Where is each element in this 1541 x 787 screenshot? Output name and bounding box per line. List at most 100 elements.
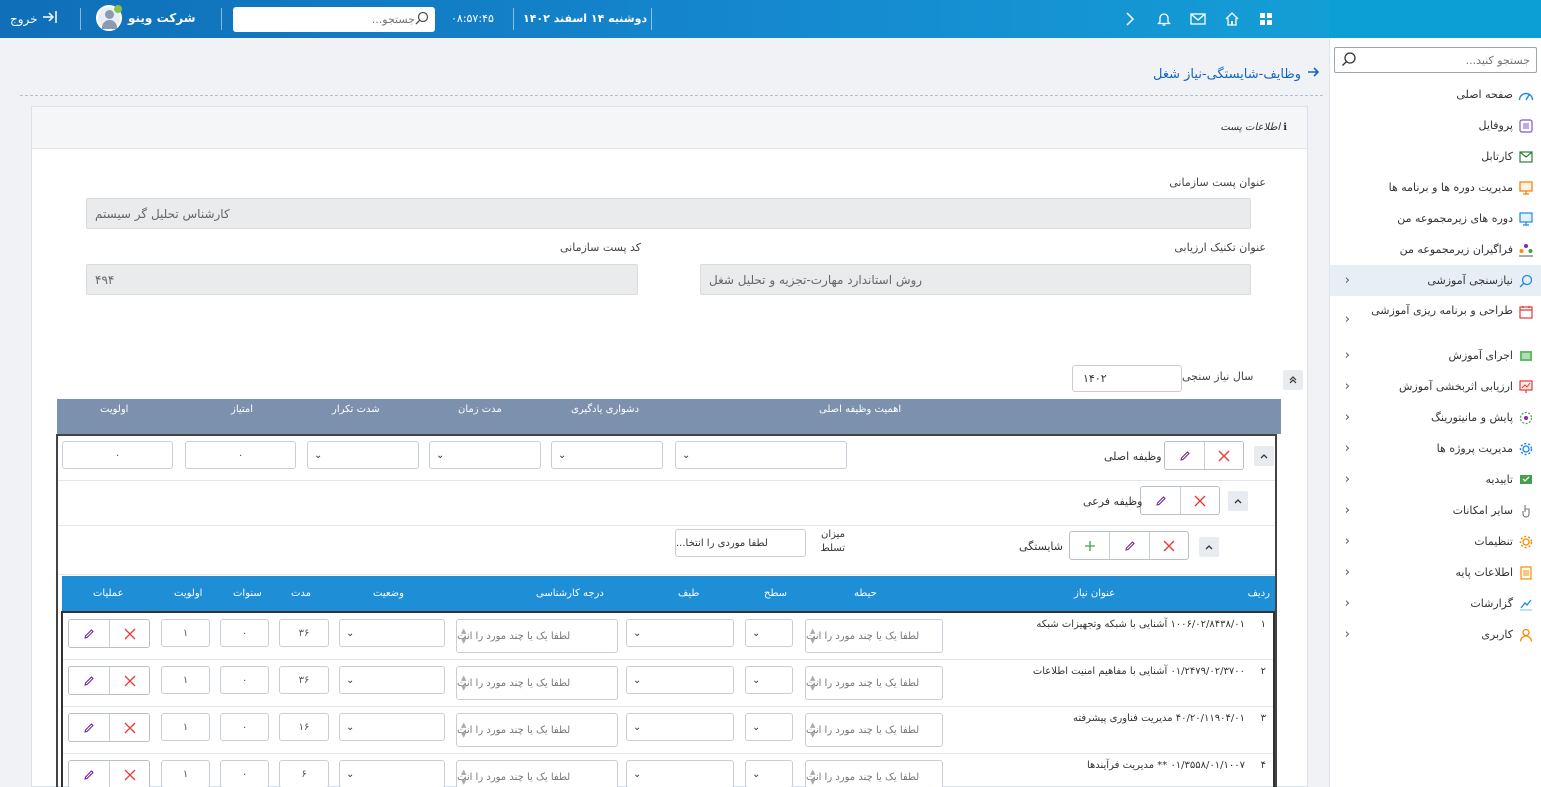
duration-input[interactable]: ۳۶ xyxy=(279,666,329,694)
sidebar-item-projects[interactable]: مدیریت پروژه ها ‹ xyxy=(1330,433,1541,464)
collapse-main-task-button[interactable] xyxy=(1254,446,1274,466)
sidebar-search-input[interactable] xyxy=(1357,53,1530,67)
title-divider xyxy=(20,95,1323,96)
expertise-multiselect[interactable]: ▲ ▼ لطفا یک یا چند مورد را انت xyxy=(456,666,618,700)
grid-icon[interactable] xyxy=(1256,9,1276,29)
top-search-input[interactable] xyxy=(239,13,415,26)
chevron-right-icon[interactable] xyxy=(1120,9,1140,29)
company-menu[interactable]: شرکت وینو xyxy=(96,5,196,31)
collapse-sub-task-button[interactable] xyxy=(1228,491,1248,511)
status-select[interactable]: ⌄ xyxy=(339,760,445,787)
chevron-left-icon: ‹ xyxy=(1344,410,1350,425)
sidebar-item-approval[interactable]: تاییدیه ‹ xyxy=(1330,464,1541,495)
sidebar-item-base-info[interactable]: اطلاعات پایه ‹ xyxy=(1330,557,1541,588)
sidebar-item-other[interactable]: سایر امکانات ‹ xyxy=(1330,495,1541,526)
level-select[interactable]: ⌄ xyxy=(745,713,793,741)
edit-button[interactable] xyxy=(1165,442,1204,469)
sidebar-item-my-learners[interactable]: فراگیران زیرمجموعه من xyxy=(1330,234,1541,265)
edit-button[interactable] xyxy=(1141,487,1180,514)
col-duration: مدت زمان xyxy=(458,404,502,415)
delete-button[interactable] xyxy=(108,714,149,741)
difficulty-select[interactable]: ⌄ xyxy=(551,441,663,469)
logout-button[interactable]: خروج xyxy=(10,10,58,27)
year-input[interactable]: ۱۴۰۲ xyxy=(1072,365,1182,392)
priority-input[interactable]: ۰ xyxy=(62,441,173,469)
spectrum-select[interactable]: ⌄ xyxy=(626,713,734,741)
spectrum-select[interactable]: ⌄ xyxy=(626,760,734,787)
bell-icon[interactable] xyxy=(1154,9,1174,29)
sidebar-item-execution[interactable]: اجرای آموزش ‹ xyxy=(1330,340,1541,371)
status-select[interactable]: ⌄ xyxy=(339,666,445,694)
avatar[interactable] xyxy=(96,5,122,31)
years-input[interactable]: ۰ xyxy=(220,666,269,694)
edit-button[interactable] xyxy=(1109,532,1148,559)
delete-button[interactable] xyxy=(108,667,149,694)
row-actions xyxy=(68,760,150,787)
delete-button[interactable] xyxy=(108,761,149,787)
collapse-button[interactable] xyxy=(1283,370,1303,390)
sidebar-item-needs-assessment[interactable]: نیازسنجی آموزشی ‹ xyxy=(1330,265,1541,296)
sidebar-item-planning[interactable]: طراحی و برنامه ریزی آموزشی ‹ xyxy=(1330,296,1541,340)
sidebar-item-reports[interactable]: گزارشات ‹ xyxy=(1330,588,1541,619)
priority-input[interactable]: ۱ xyxy=(161,760,210,787)
level-select[interactable]: ⌄ xyxy=(745,619,793,647)
priority-input[interactable]: ۱ xyxy=(161,619,210,647)
duration-select[interactable]: ⌄ xyxy=(429,441,541,469)
years-input[interactable]: ۰ xyxy=(220,619,269,647)
edit-button[interactable] xyxy=(69,761,109,787)
delete-button[interactable] xyxy=(108,620,149,647)
sidebar-item-settings[interactable]: تنظیمات ‹ xyxy=(1330,526,1541,557)
sidebar-item-profile[interactable]: پروفایل xyxy=(1330,110,1541,141)
domain-multiselect[interactable]: ▲ ▼ لطفا یک یا چند مورد را انت xyxy=(805,619,943,653)
delete-button[interactable] xyxy=(1148,532,1188,559)
edit-button[interactable] xyxy=(69,714,109,741)
chevron-up-icon xyxy=(1260,454,1268,459)
spectrum-select[interactable]: ⌄ xyxy=(626,619,734,647)
col-frequency: شدت تکرار xyxy=(332,404,380,415)
duration-input[interactable]: ۳۶ xyxy=(279,619,329,647)
duration-input[interactable]: ۱۶ xyxy=(279,713,329,741)
importance-select[interactable]: ⌄ xyxy=(675,441,847,469)
edit-button[interactable] xyxy=(69,667,109,694)
sidebar-item-user[interactable]: کاربری ‹ xyxy=(1330,619,1541,650)
duration-input[interactable]: ۶ xyxy=(279,760,329,787)
domain-multiselect[interactable]: ▲ ▼ لطفا یک یا چند مورد را انت xyxy=(805,760,943,787)
add-button[interactable] xyxy=(1070,532,1109,559)
sidebar-item-my-courses[interactable]: دوره های زیرمجموعه من xyxy=(1330,203,1541,234)
status-select[interactable]: ⌄ xyxy=(339,619,445,647)
collapse-competency-button[interactable] xyxy=(1199,537,1219,557)
spectrum-select[interactable]: ⌄ xyxy=(626,666,734,694)
mastery-select[interactable]: لطفا موردی را انتخا... xyxy=(675,529,806,557)
expertise-multiselect[interactable]: ▲ ▼ لطفا یک یا چند مورد را انت xyxy=(456,713,618,747)
edit-button[interactable] xyxy=(69,620,109,647)
priority-input[interactable]: ۱ xyxy=(161,713,210,741)
domain-multiselect[interactable]: ▲ ▼ لطفا یک یا چند مورد را انت xyxy=(805,666,943,700)
sidebar-item-evaluation[interactable]: ارزیابی اثربخشی آموزش ‹ xyxy=(1330,371,1541,402)
search-icon[interactable] xyxy=(1341,51,1357,70)
sidebar-item-courses[interactable]: مدیریت دوره ها و برنامه ها xyxy=(1330,172,1541,203)
sidebar-item-inbox[interactable]: کارتابل xyxy=(1330,141,1541,172)
search-icon[interactable] xyxy=(415,11,429,28)
divider xyxy=(221,8,222,30)
domain-multiselect[interactable]: ▲ ▼ لطفا یک یا چند مورد را انت xyxy=(805,713,943,747)
level-select[interactable]: ⌄ xyxy=(745,760,793,787)
delete-button[interactable] xyxy=(1203,442,1243,469)
priority-input[interactable]: ۱ xyxy=(161,666,210,694)
sidebar-item-home[interactable]: صفحه اصلی xyxy=(1330,79,1541,110)
home-icon[interactable] xyxy=(1222,9,1242,29)
expertise-multiselect[interactable]: ▲ ▼ لطفا یک یا چند مورد را انت xyxy=(456,760,618,787)
mail-icon xyxy=(1518,149,1534,165)
mail-icon[interactable] xyxy=(1188,9,1208,29)
sidebar-item-monitoring[interactable]: پایش و مانیتورینگ ‹ xyxy=(1330,402,1541,433)
frequency-select[interactable]: ⌄ xyxy=(307,441,419,469)
expertise-multiselect[interactable]: ▲ ▼ لطفا یک یا چند مورد را انت xyxy=(456,619,618,653)
card-title: اطلاعات پست xyxy=(1220,122,1281,133)
score-input[interactable]: ۰ xyxy=(185,441,296,469)
back-arrow-icon[interactable] xyxy=(1307,66,1320,82)
level-select[interactable]: ⌄ xyxy=(745,666,793,694)
top-bar: خروج شرکت وینو ۰۸:۵۷:۴۵ دوشنبه ۱۴ اسفند … xyxy=(0,0,1541,38)
years-input[interactable]: ۰ xyxy=(220,713,269,741)
years-input[interactable]: ۰ xyxy=(220,760,269,787)
delete-button[interactable] xyxy=(1179,487,1219,514)
status-select[interactable]: ⌄ xyxy=(339,713,445,741)
